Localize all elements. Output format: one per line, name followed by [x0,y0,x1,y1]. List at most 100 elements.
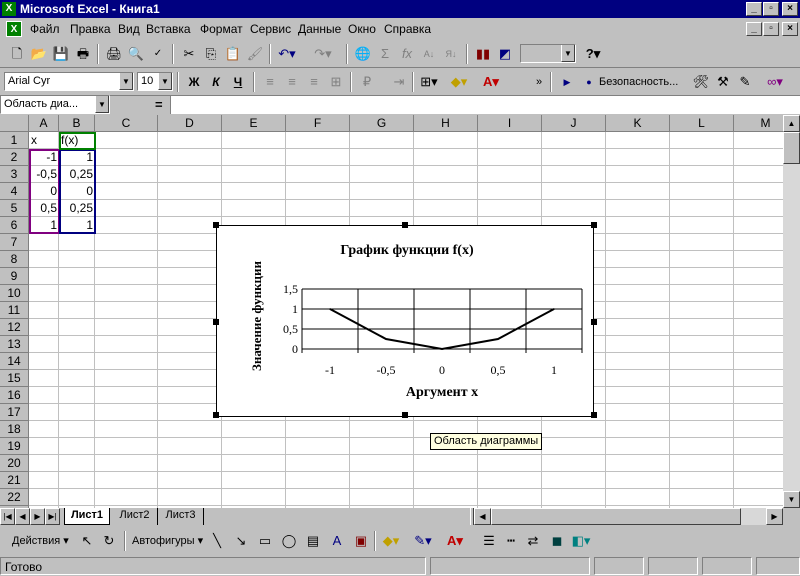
align-right-icon[interactable]: ≡ [303,72,325,92]
font-name-combo[interactable]: Arial Cyr ▼ [4,72,134,91]
menu-window[interactable]: Окно [348,22,376,36]
column-header-b[interactable]: B [59,115,95,132]
menu-format[interactable]: Формат [200,22,243,36]
column-header-g[interactable]: G [350,115,414,132]
indent-icon[interactable]: ⇥ [388,72,410,92]
row-header-2[interactable]: 2 [0,149,29,166]
select-objects-icon[interactable]: ↖ [76,531,98,551]
doc-minimize-button[interactable]: _ [746,22,762,36]
menu-insert[interactable]: Вставка [146,22,191,36]
row-header-12[interactable]: 12 [0,319,29,336]
actions-menu[interactable]: Действия ▾ [12,534,69,547]
column-header-k[interactable]: K [606,115,670,132]
menu-help[interactable]: Справка [384,22,431,36]
autoshapes-menu[interactable]: Автофигуры ▾ [132,534,203,547]
tools-icon[interactable]: ⚒ [712,72,734,92]
design-mode-icon[interactable]: ✎ [734,72,756,92]
line-color-icon[interactable]: ✎▾ [412,531,434,551]
print-icon[interactable]: 🖨 [103,44,125,64]
column-header-a[interactable]: A [29,115,59,132]
row-header-4[interactable]: 4 [0,183,29,200]
row-header-5[interactable]: 5 [0,200,29,217]
column-header-i[interactable]: I [478,115,542,132]
textbox-icon[interactable]: ▤ [302,531,324,551]
currency-icon[interactable]: ₽ [356,72,378,92]
row-header-1[interactable]: 1 [0,132,29,149]
scroll-down-button[interactable]: ▼ [783,491,800,508]
oval-icon[interactable]: ◯ [278,531,300,551]
spelling-icon[interactable]: ✓ [147,44,169,64]
line-icon[interactable]: ╲ [206,531,228,551]
minimize-button[interactable]: _ [746,2,762,16]
prev-sheet-button[interactable]: ◀ [15,508,30,525]
wordart-icon[interactable]: A [326,531,348,551]
line-style-icon[interactable]: ☰ [478,531,500,551]
fill-color-icon[interactable]: ◆▾ [448,72,470,92]
row-header-9[interactable]: 9 [0,268,29,285]
column-header-l[interactable]: L [670,115,734,132]
column-header-m[interactable]: M [734,115,783,132]
function-icon[interactable]: fx [396,44,418,64]
print-preview-icon[interactable]: 🔍 [125,44,147,64]
row-header-8[interactable]: 8 [0,251,29,268]
first-sheet-button[interactable]: |◀ [0,508,15,525]
control-toolbox-icon[interactable]: 🛠 [690,72,712,92]
workbook-icon[interactable]: X [6,21,22,37]
permission-icon[interactable]: 🖶 [72,44,94,64]
sort-asc-icon[interactable]: A↓ [418,44,440,64]
chart-area[interactable]: График функции f(x) Аргумент x Значение … [213,222,597,418]
row-header-22[interactable]: 22 [0,489,29,506]
menu-view[interactable]: Вид [118,22,140,36]
row-header-16[interactable]: 16 [0,387,29,404]
save-icon[interactable]: 💾 [50,44,72,64]
row-header-19[interactable]: 19 [0,438,29,455]
select-all-corner[interactable] [0,115,29,132]
underline-button[interactable]: Ч [227,72,249,92]
column-header-j[interactable]: J [542,115,606,132]
cell-a1[interactable]: x [29,132,59,149]
sheet-tab[interactable]: Лист3 [158,508,204,525]
h-scroll-thumb[interactable] [491,508,741,525]
column-header-c[interactable]: C [95,115,158,132]
bold-button[interactable]: Ж [183,72,205,92]
align-left-icon[interactable]: ≡ [259,72,281,92]
row-header-15[interactable]: 15 [0,370,29,387]
3d-icon[interactable]: ◧▾ [570,531,592,551]
menu-edit[interactable]: Правка [70,22,111,36]
zoom-combo[interactable]: ▼ [520,44,576,63]
font-color-icon[interactable]: A▾ [480,72,502,92]
column-header-e[interactable]: E [222,115,286,132]
menu-data[interactable]: Данные [298,22,341,36]
undo-icon[interactable]: ↶▾ [276,44,298,64]
arrow-style-icon[interactable]: ⇄ [522,531,544,551]
row-header-3[interactable]: 3 [0,166,29,183]
scroll-thumb[interactable] [783,132,800,164]
column-header-f[interactable]: F [286,115,350,132]
worksheet-grid[interactable]: ABCDEFGHIJKLM 1 2 3 4 5 6 7 8 9 10 11 12 13 14 15 16 17 1… [0,115,783,508]
borders-icon[interactable]: ⊞▾ [418,72,440,92]
copy-icon[interactable]: ⎘ [200,44,222,64]
help-icon[interactable]: ?▾ [582,44,604,64]
sheet-tab[interactable]: Лист2 [112,508,158,525]
row-header-11[interactable]: 11 [0,302,29,319]
scroll-up-button[interactable]: ▲ [783,115,800,132]
sheet-tab-active[interactable]: Лист1 [64,508,110,525]
font-size-combo[interactable]: 10 ▼ [137,72,173,91]
column-header-d[interactable]: D [158,115,222,132]
close-button[interactable]: × [782,2,798,16]
menu-tools[interactable]: Сервис [250,22,291,36]
row-header-6[interactable]: 6 [0,217,29,234]
row-header-14[interactable]: 14 [0,353,29,370]
row-header-10[interactable]: 10 [0,285,29,302]
row-header-21[interactable]: 21 [0,472,29,489]
horizontal-scrollbar[interactable]: ◀ ▶ [474,508,783,525]
chart-wizard-icon[interactable]: ▮▮ [472,44,494,64]
cut-icon[interactable]: ✂ [178,44,200,64]
doc-close-button[interactable]: × [782,22,798,36]
dash-style-icon[interactable]: ┅ [500,531,522,551]
hyperlink-icon[interactable]: 🌐 [352,44,374,64]
formula-input[interactable] [170,95,800,114]
arrow-icon[interactable]: ↘ [230,531,252,551]
merge-center-icon[interactable]: ⊞ [325,72,347,92]
free-rotate-icon[interactable]: ↻ [98,531,120,551]
